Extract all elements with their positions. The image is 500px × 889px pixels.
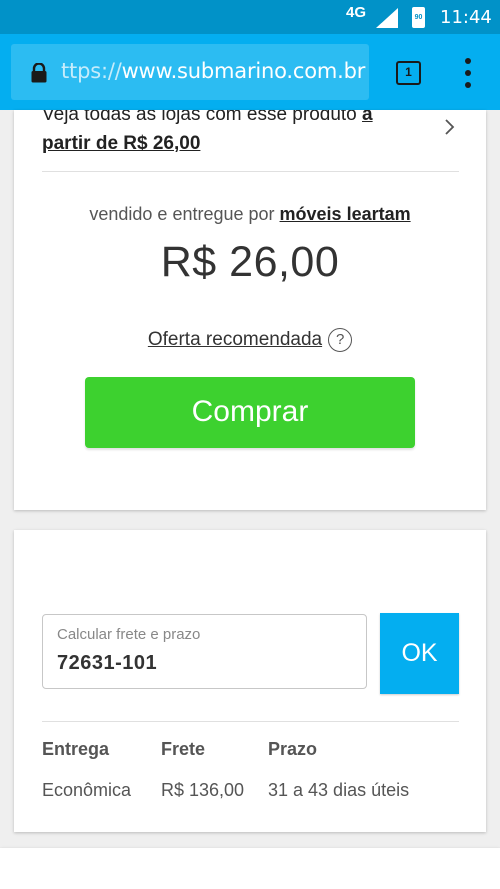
table-cell-freight: R$ 136,00 (161, 780, 245, 800)
table-cell-delivery: Econômica (42, 780, 132, 800)
divider (42, 171, 459, 172)
clock: 11:44 (440, 7, 492, 28)
cep-input[interactable]: Calcular frete e prazo 72631-101 (42, 614, 367, 689)
price: R$ 26,00 (160, 238, 340, 286)
buy-button[interactable]: Comprar (85, 377, 415, 448)
url-bar[interactable]: ttps://www.submarino.com.br (11, 44, 369, 100)
url-scheme: ttps:// (61, 59, 122, 83)
tab-switcher-button[interactable]: 1 (396, 61, 421, 85)
recommended-offer-link[interactable]: Oferta recomendada (148, 329, 322, 350)
browser-toolbar: ttps://www.submarino.com.br 1 (0, 34, 500, 110)
sold-by-prefix: vendido e entregue por (89, 204, 280, 224)
help-icon[interactable]: ? (328, 328, 353, 352)
shipping-card: Calcular frete e prazo 72631-101 OK Entr… (14, 530, 486, 832)
cep-input-value: 72631-101 (57, 652, 158, 674)
column-header-deadline: Prazo (268, 739, 318, 759)
seller-link[interactable]: móveis leartam (280, 204, 411, 224)
column-header-freight: Frete (161, 739, 206, 759)
ok-button[interactable]: OK (380, 613, 459, 694)
next-card (0, 848, 500, 889)
url-host: www.submarino.com.br (121, 59, 366, 83)
status-bar: 4G 90 11:44 (0, 0, 500, 34)
recommended-offer: Oferta recomendada? (14, 328, 486, 352)
url-text: ttps://www.submarino.com.br (61, 59, 365, 83)
signal-icon (376, 8, 398, 28)
cep-input-label: Calcular frete e prazo (57, 626, 201, 643)
offer-card: Veja todas as lojas com esse produto a p… (14, 110, 486, 510)
more-vert-icon[interactable] (456, 58, 480, 88)
lock-icon (31, 63, 47, 83)
network-type: 4G (346, 4, 367, 21)
all-stores-link[interactable]: Veja todas as lojas com esse produto a p… (42, 110, 422, 158)
divider (42, 721, 459, 722)
all-stores-text: Veja todas as lojas com esse produto (42, 110, 363, 125)
sold-by: vendido e entregue por móveis leartam (14, 204, 486, 225)
chevron-right-icon[interactable] (444, 118, 456, 136)
battery-icon: 90 (412, 7, 425, 28)
column-header-delivery: Entrega (42, 739, 110, 759)
table-cell-deadline: 31 a 43 dias úteis (268, 780, 410, 800)
